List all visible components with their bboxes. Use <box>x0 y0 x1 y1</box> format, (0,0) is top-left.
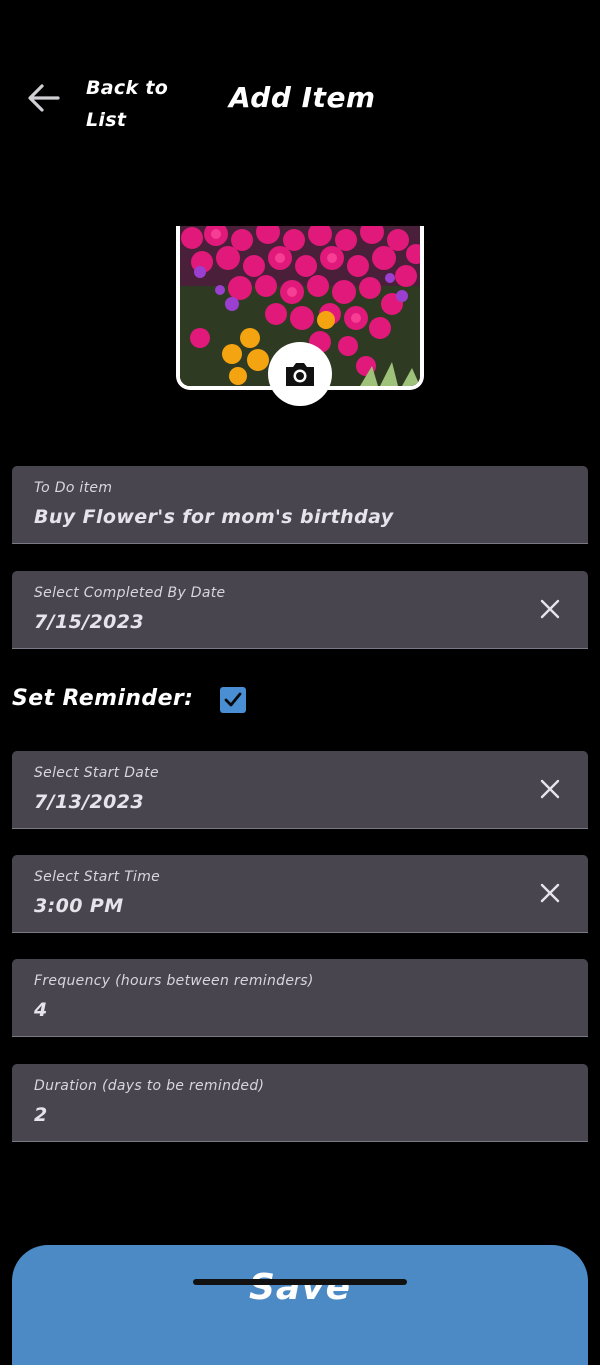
todo-item-field[interactable]: To Do item Buy Flower's for mom's birthd… <box>12 466 588 544</box>
todo-item-label: To Do item <box>34 480 113 496</box>
camera-icon <box>286 363 314 386</box>
camera-button[interactable] <box>268 342 332 406</box>
duration-label: Duration (days to be reminded) <box>34 1078 265 1094</box>
header: Back to List Add Item <box>0 0 600 180</box>
start-date-value: 7/13/2023 <box>34 791 145 813</box>
clear-start-time-icon[interactable] <box>540 883 560 903</box>
back-arrow-icon[interactable] <box>24 78 64 118</box>
start-time-label: Select Start Time <box>34 869 161 885</box>
frequency-field[interactable]: Frequency (hours between reminders) 4 <box>12 959 588 1037</box>
set-reminder-checkbox[interactable] <box>220 687 246 713</box>
start-date-label: Select Start Date <box>34 765 159 781</box>
clear-start-date-icon[interactable] <box>540 779 560 799</box>
completed-by-date-label: Select Completed By Date <box>34 585 226 601</box>
frequency-value: 4 <box>34 999 48 1021</box>
save-label: Save <box>248 1267 352 1308</box>
back-label-line1: Back to <box>86 77 169 99</box>
completed-by-date-value: 7/15/2023 <box>34 611 145 633</box>
frequency-label: Frequency (hours between reminders) <box>34 973 314 989</box>
duration-value: 2 <box>34 1104 48 1126</box>
set-reminder-row: Set Reminder: <box>12 680 312 724</box>
completed-by-date-field[interactable]: Select Completed By Date 7/15/2023 <box>12 571 588 649</box>
back-label-line2: List <box>86 109 127 131</box>
home-indicator <box>193 1279 407 1285</box>
back-to-list-link[interactable]: Back to List <box>86 72 196 136</box>
duration-field[interactable]: Duration (days to be reminded) 2 <box>12 1064 588 1142</box>
start-time-field[interactable]: Select Start Time 3:00 PM <box>12 855 588 933</box>
set-reminder-label: Set Reminder: <box>12 686 194 711</box>
start-date-field[interactable]: Select Start Date 7/13/2023 <box>12 751 588 829</box>
save-button[interactable]: Save <box>12 1245 588 1365</box>
todo-item-value: Buy Flower's for mom's birthday <box>34 506 394 528</box>
checkmark-icon <box>224 692 242 707</box>
start-time-value: 3:00 PM <box>34 895 124 917</box>
clear-completed-date-icon[interactable] <box>540 599 560 619</box>
page-title: Add Item <box>229 81 376 114</box>
